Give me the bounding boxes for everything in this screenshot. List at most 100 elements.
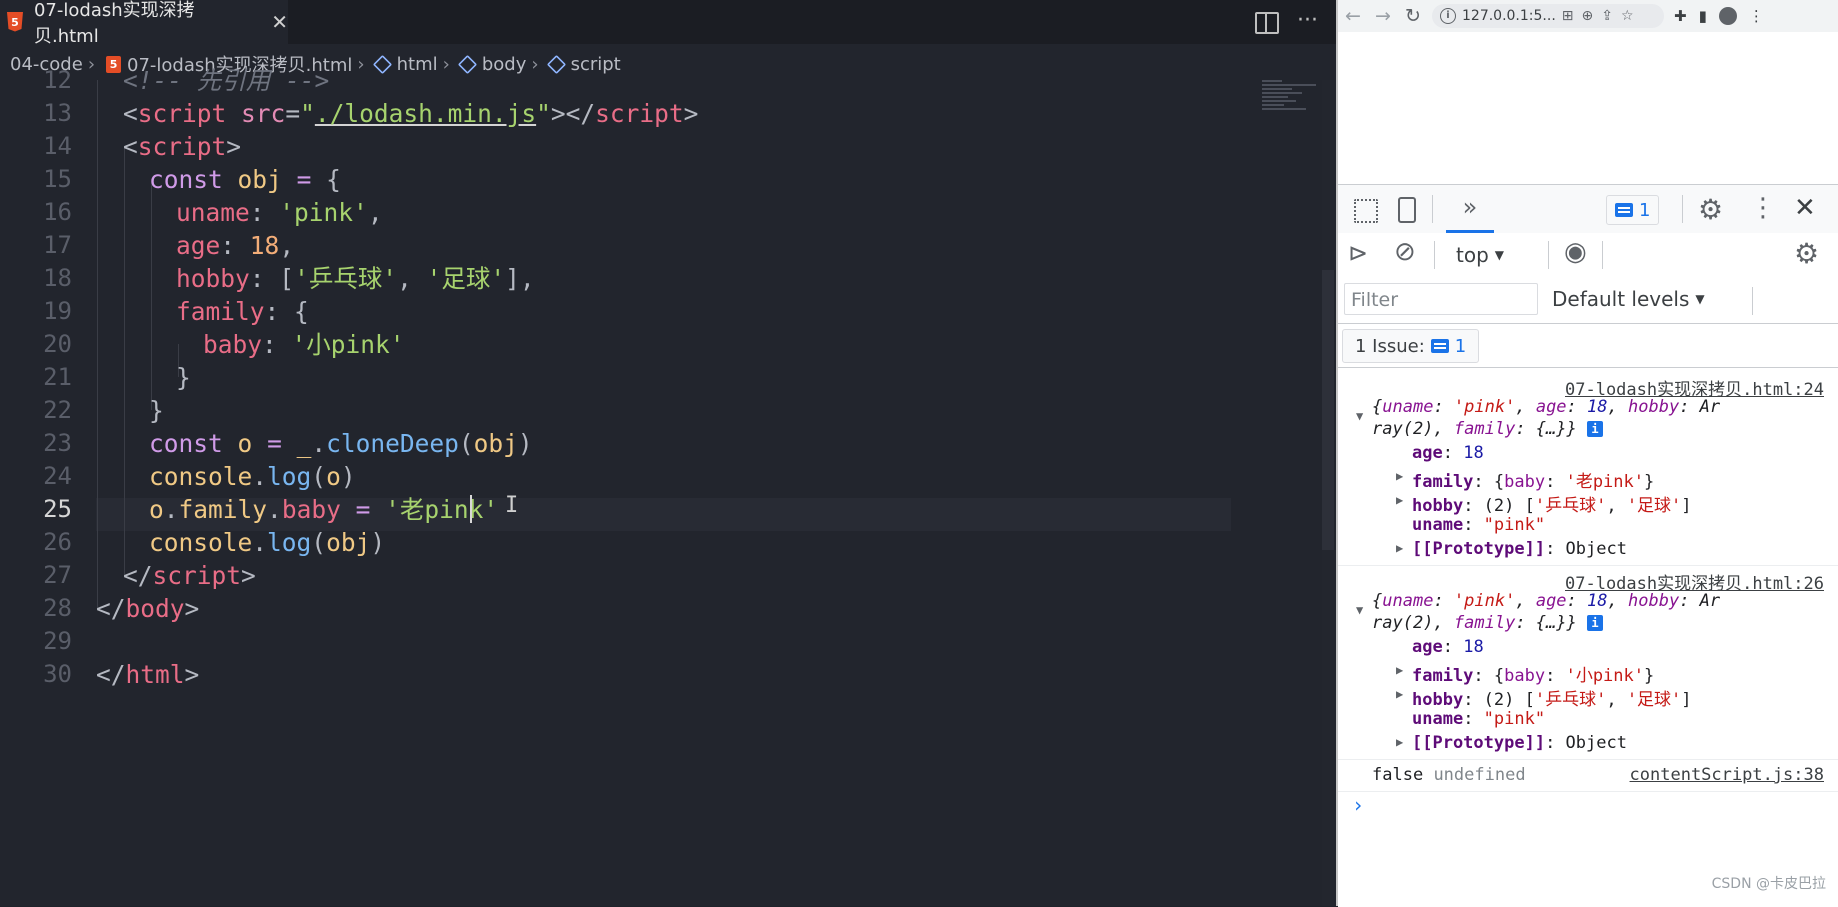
- issues-label: 1 Issue:: [1355, 335, 1425, 357]
- translate-icon[interactable]: ⊞: [1562, 8, 1574, 24]
- info-icon[interactable]: i: [1586, 421, 1603, 437]
- code-line-25: o.family.baby = '老pink': [149, 495, 499, 524]
- log-prop-prototype[interactable]: [[Prototype]]: Object: [1412, 539, 1627, 559]
- log-prop-hobby[interactable]: hobby: (2) ['乒乓球', '足球']: [1412, 491, 1692, 516]
- expand-triangle-icon[interactable]: ▶: [1396, 663, 1403, 677]
- zoom-icon[interactable]: ⊕: [1582, 8, 1594, 24]
- line-number: 26: [43, 528, 72, 556]
- back-icon[interactable]: ←: [1338, 5, 1368, 27]
- log-prop-uname: uname: "pink": [1412, 515, 1546, 535]
- code-line-13: <script src="./lodash.min.js"></script>: [123, 99, 699, 128]
- forward-icon[interactable]: →: [1368, 5, 1398, 27]
- log-object-summary[interactable]: {uname: 'pink', age: 18, hobby: Ar: [1372, 591, 1720, 611]
- issues-row: 1 Issue: 1: [1338, 323, 1838, 368]
- context-value: top: [1456, 243, 1489, 267]
- profile-avatar-icon[interactable]: [1718, 7, 1737, 25]
- address-bar[interactable]: i 127.0.0.1:5... ⊞ ⊕ ⇪ ☆: [1432, 4, 1664, 28]
- show-sidebar-icon[interactable]: ⊳: [1348, 239, 1368, 267]
- log-prop-family[interactable]: family: {baby: '小pink'}: [1412, 661, 1654, 686]
- svg-text:5: 5: [11, 16, 19, 29]
- context-selector[interactable]: top ▼: [1456, 243, 1504, 267]
- side-panel-icon[interactable]: ▮: [1699, 7, 1707, 25]
- expand-triangle-icon[interactable]: ▶: [1396, 493, 1403, 507]
- line-number: 20: [43, 330, 72, 358]
- log-prop-age: age: 18: [1412, 443, 1484, 463]
- bookmark-star-icon[interactable]: ☆: [1621, 8, 1634, 24]
- log-levels-dropdown[interactable]: Default levels ▼: [1552, 287, 1705, 311]
- clear-console-icon[interactable]: ⊘: [1394, 237, 1416, 267]
- close-devtools-icon[interactable]: ✕: [1794, 193, 1816, 223]
- browser-window: ← → ↻ i 127.0.0.1:5... ⊞ ⊕ ⇪ ☆ ✚ ▮ ⋮ » 1…: [1336, 0, 1838, 907]
- minimap[interactable]: [1262, 80, 1326, 140]
- editor-tab-bar: 5 07-lodash实现深拷贝.html ✕ ···: [0, 0, 1336, 47]
- code-line-15: const obj = {: [149, 165, 341, 194]
- line-number: 22: [43, 396, 72, 424]
- line-number: 30: [43, 660, 72, 688]
- code-line-28: </body>: [96, 594, 200, 623]
- close-icon[interactable]: ✕: [271, 10, 288, 34]
- toolbar-divider: [1432, 195, 1433, 223]
- inspect-element-icon[interactable]: [1354, 199, 1378, 223]
- line-number: 21: [43, 363, 72, 391]
- message-icon: [1615, 203, 1633, 217]
- expand-triangle-icon[interactable]: ▶: [1396, 469, 1403, 483]
- scrollbar-thumb[interactable]: [1322, 270, 1334, 550]
- info-icon[interactable]: i: [1586, 615, 1603, 631]
- site-info-icon[interactable]: i: [1440, 8, 1456, 24]
- line-number: 14: [43, 132, 72, 160]
- issues-count: 1: [1454, 335, 1467, 357]
- expand-triangle-icon[interactable]: ▶: [1396, 735, 1403, 749]
- line-number: 12: [43, 66, 72, 94]
- page-viewport: [1338, 32, 1838, 184]
- line-number: 16: [43, 198, 72, 226]
- code-line-30: </html>: [96, 660, 200, 689]
- toolbar-divider: [1602, 241, 1603, 269]
- split-editor-icon[interactable]: [1255, 12, 1280, 34]
- expand-triangle-icon[interactable]: ▶: [1396, 541, 1403, 555]
- code-line-14: <script>: [123, 132, 242, 161]
- devtools-toolbar: » 1 ⚙ ⋮ ✕: [1338, 185, 1838, 234]
- editor-scrollbar[interactable]: [1322, 80, 1334, 906]
- expand-triangle-icon[interactable]: ▼: [1356, 409, 1363, 423]
- log-levels-value: Default levels: [1552, 287, 1690, 311]
- expand-triangle-icon[interactable]: ▶: [1396, 687, 1403, 701]
- filter-input[interactable]: Filter: [1344, 283, 1538, 315]
- result-false: false: [1372, 765, 1424, 785]
- code-editor: 5 07-lodash实现深拷贝.html ✕ ··· 04-code › 5 …: [0, 0, 1336, 906]
- code-line-20: baby: '小pink': [203, 330, 405, 359]
- settings-gear-icon[interactable]: ⚙: [1698, 193, 1723, 226]
- log-prop-prototype[interactable]: [[Prototype]]: Object: [1412, 733, 1627, 753]
- line-number: 27: [43, 561, 72, 589]
- reload-icon[interactable]: ↻: [1398, 5, 1428, 27]
- live-expression-eye-icon[interactable]: ◉: [1564, 237, 1587, 267]
- tab-title: 07-lodash实现深拷贝.html: [33, 0, 195, 47]
- omnibox-icons: ⊞ ⊕ ⇪ ☆: [1562, 8, 1634, 24]
- share-icon[interactable]: ⇪: [1601, 8, 1613, 24]
- issues-counter-button[interactable]: 1: [1606, 195, 1660, 225]
- issues-button[interactable]: 1 Issue: 1: [1342, 329, 1480, 363]
- log-object-summary[interactable]: {uname: 'pink', age: 18, hobby: Ar: [1372, 397, 1720, 417]
- editor-tab-active[interactable]: 5 07-lodash实现深拷贝.html ✕: [0, 0, 288, 47]
- code-line-27: </script>: [123, 561, 256, 590]
- device-toolbar-icon[interactable]: [1398, 197, 1416, 223]
- extensions-puzzle-icon[interactable]: ✚: [1674, 7, 1687, 25]
- line-number: 23: [43, 429, 72, 457]
- filter-row: Filter Default levels ▼: [1338, 277, 1838, 324]
- more-tabs-icon[interactable]: »: [1446, 185, 1494, 233]
- browser-menu-icon[interactable]: ⋮: [1749, 7, 1764, 25]
- line-number-active: 25: [43, 495, 72, 523]
- console-prompt-icon[interactable]: ›: [1352, 793, 1364, 817]
- tab-actions: ···: [1255, 8, 1318, 34]
- expand-triangle-icon[interactable]: ▼: [1356, 603, 1363, 617]
- result-undefined: undefined: [1433, 765, 1526, 785]
- log-prop-hobby[interactable]: hobby: (2) ['乒乓球', '足球']: [1412, 685, 1692, 710]
- code-line-19: family: {: [176, 297, 309, 326]
- console-settings-gear-icon[interactable]: ⚙: [1794, 237, 1819, 270]
- browser-toolbar: ← → ↻ i 127.0.0.1:5... ⊞ ⊕ ⇪ ☆ ✚ ▮ ⋮: [1338, 0, 1838, 32]
- issues-count: 1: [1639, 199, 1651, 221]
- mouse-ibeam-icon: I: [505, 493, 519, 518]
- more-actions-icon[interactable]: ···: [1297, 8, 1318, 34]
- log-prop-family[interactable]: family: {baby: '老pink'}: [1412, 467, 1654, 492]
- log-source-link[interactable]: contentScript.js:38: [1630, 765, 1824, 785]
- more-options-icon[interactable]: ⋮: [1750, 193, 1776, 223]
